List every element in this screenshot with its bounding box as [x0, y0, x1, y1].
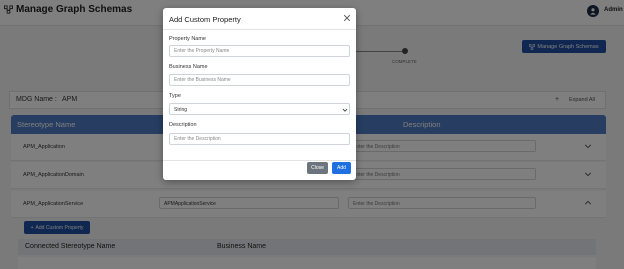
business-name-input[interactable] [169, 74, 350, 86]
business-name-label: Business Name [169, 64, 208, 70]
add-custom-property-dialog: Add Custom Property Property Name Busine… [163, 8, 356, 180]
dialog-footer-divider [163, 160, 356, 161]
description-label: Description [169, 122, 197, 128]
type-select[interactable]: String [169, 103, 350, 115]
dialog-header: Add Custom Property [163, 8, 356, 30]
property-name-input[interactable] [169, 45, 350, 57]
chevron-down-icon [342, 108, 348, 112]
type-label: Type [169, 93, 181, 99]
type-select-value: String [174, 107, 188, 113]
close-icon[interactable] [343, 14, 351, 22]
add-button[interactable]: Add [332, 162, 351, 174]
description-input[interactable] [169, 133, 350, 145]
dialog-title: Add Custom Property [169, 15, 241, 24]
property-name-label: Property Name [169, 36, 206, 42]
close-button[interactable]: Close [307, 162, 328, 174]
